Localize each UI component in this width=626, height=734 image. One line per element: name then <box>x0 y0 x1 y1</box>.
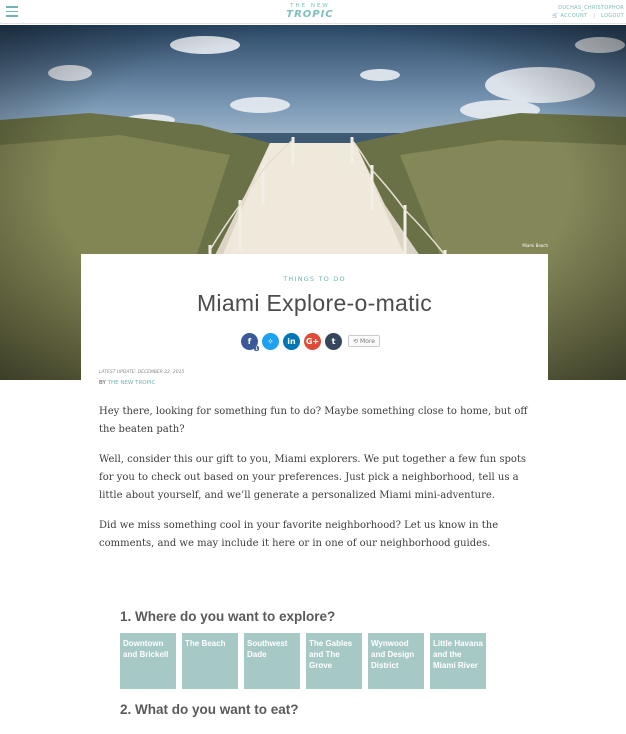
article-body: Hey there, looking for something fun to … <box>99 403 531 565</box>
more-share-button[interactable]: ⟲ More <box>348 335 380 347</box>
neighborhood-options: Downtown and Brickell The Beach Southwes… <box>120 633 520 689</box>
share-buttons: f 1 ✧ in G+ t ⟲ More <box>241 332 380 351</box>
author-link[interactable]: THE NEW TROPIC <box>108 380 156 386</box>
twitter-icon: ✧ <box>267 336 274 346</box>
share-icon: ⟲ <box>353 337 359 345</box>
twitter-share-button[interactable]: ✧ <box>262 332 279 350</box>
photo-credit: Miami Beach <box>522 243 548 248</box>
paragraph: Did we miss something cool in your favor… <box>99 520 499 549</box>
neighborhood-tile-gables-grove[interactable]: The Gables and The Grove <box>306 633 362 689</box>
user-links: 🛒 ACCOUNT | LOGOUT <box>552 12 624 20</box>
user-area: DUCHAS_CHRISTOPHOR 🛒 ACCOUNT | LOGOUT <box>552 4 624 20</box>
article-header-card: THINGS TO DO Miami Explore-o-matic f 1 ✧… <box>81 254 548 380</box>
neighborhood-tile-southwest-dade[interactable]: Southwest Dade <box>244 633 300 689</box>
site-logo[interactable]: THE NEW TROPIC <box>280 3 340 20</box>
top-bar: THE NEW TROPIC DUCHAS_CHRISTOPHOR 🛒 ACCO… <box>0 0 626 24</box>
paragraph: Hey there, looking for something fun to … <box>99 406 528 435</box>
logo-line-2: TROPIC <box>286 9 334 20</box>
facebook-share-button[interactable]: f 1 <box>241 332 259 351</box>
facebook-icon: f <box>247 336 252 346</box>
neighborhood-tile-wynwood-design[interactable]: Wynwood and Design District <box>368 633 424 689</box>
tumblr-share-button[interactable]: t <box>325 332 342 350</box>
section-tag[interactable]: THINGS TO DO <box>81 275 548 283</box>
link-separator: | <box>593 13 596 19</box>
google-plus-icon: G+ <box>305 336 320 346</box>
account-link[interactable]: ACCOUNT <box>561 12 588 20</box>
logout-link[interactable]: LOGOUT <box>601 12 624 20</box>
explore-quiz: 1. Where do you want to explore? Downtow… <box>120 609 520 717</box>
neighborhood-tile-little-havana[interactable]: Little Havana and the Miami River <box>430 633 486 689</box>
cart-icon: 🛒 <box>552 13 559 19</box>
question-2-heading: 2. What do you want to eat? <box>120 702 299 717</box>
google-plus-share-button[interactable]: G+ <box>304 332 321 350</box>
linkedin-icon: in <box>287 336 296 346</box>
neighborhood-tile-the-beach[interactable]: The Beach <box>182 633 238 689</box>
linkedin-share-button[interactable]: in <box>283 332 300 350</box>
more-label: More <box>360 337 375 345</box>
tumblr-icon: t <box>331 336 336 346</box>
question-1-heading: 1. Where do you want to explore? <box>120 609 336 624</box>
byline-prefix: BY <box>99 380 106 386</box>
paragraph: Well, consider this our gift to you, Mia… <box>99 454 527 501</box>
user-name[interactable]: DUCHAS_CHRISTOPHOR <box>552 4 624 12</box>
facebook-share-count: 1 <box>254 345 259 351</box>
menu-icon[interactable] <box>6 6 18 17</box>
neighborhood-tile-downtown-brickell[interactable]: Downtown and Brickell <box>120 633 176 689</box>
latest-update: LATEST UPDATE: DECEMBER 22, 2015 <box>99 370 185 375</box>
article-title: Miami Explore-o-matic <box>196 290 433 316</box>
byline: BY THE NEW TROPIC <box>99 380 155 386</box>
